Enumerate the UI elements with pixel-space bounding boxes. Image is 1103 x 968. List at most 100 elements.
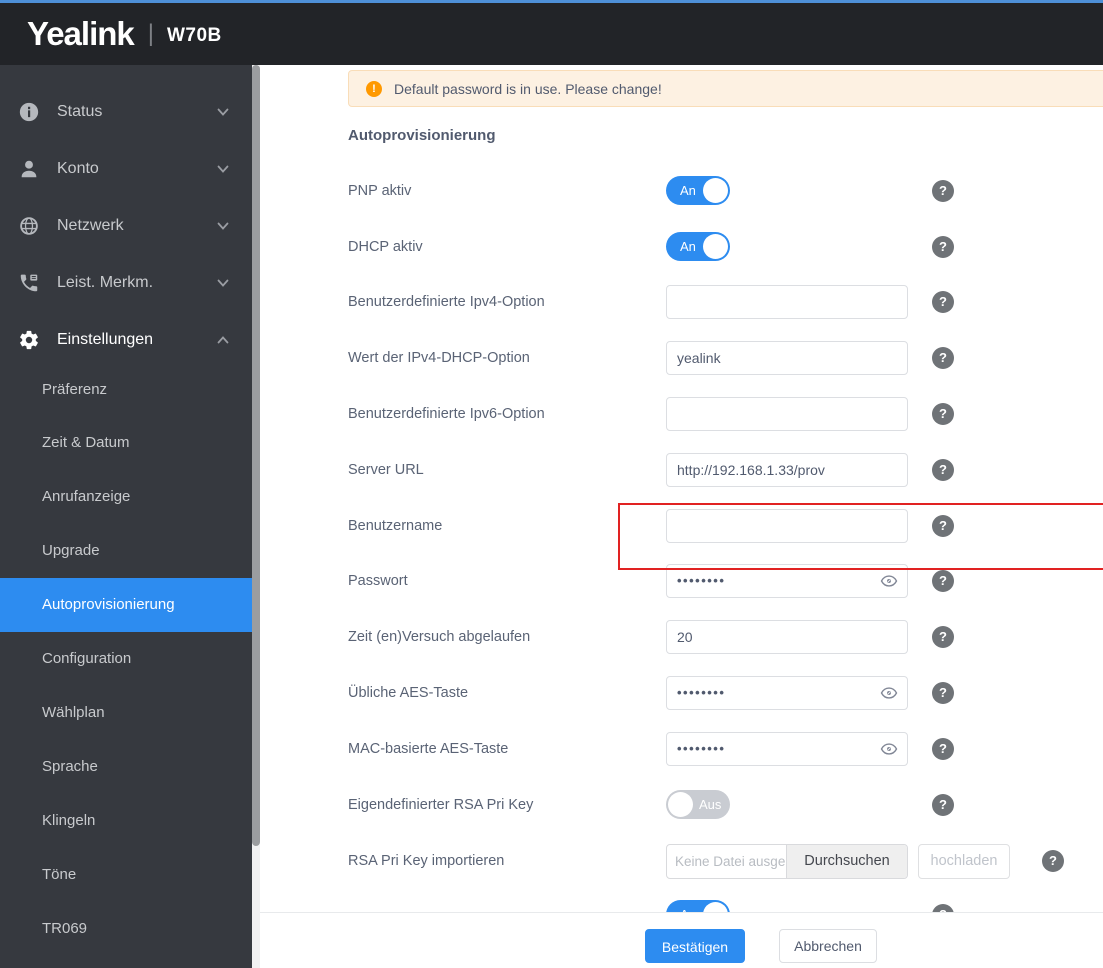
field-label: DHCP aktiv bbox=[348, 239, 423, 255]
field-label: Server URL bbox=[348, 462, 424, 478]
field-label: RSA Pri Key importieren bbox=[348, 853, 505, 869]
sidebar-subitem-t-ne[interactable]: Töne bbox=[0, 847, 252, 901]
upload-button[interactable]: hochladen bbox=[918, 844, 1010, 879]
help-icon[interactable]: ? bbox=[932, 180, 954, 202]
field-label: Zeit (en)Versuch abgelaufen bbox=[348, 629, 531, 645]
help-icon[interactable]: ? bbox=[932, 626, 954, 648]
text-input[interactable] bbox=[666, 509, 908, 543]
password-input[interactable]: •••••••• bbox=[666, 564, 908, 598]
help-icon[interactable]: ? bbox=[932, 347, 954, 369]
sidebar-subitem-label: Sprache bbox=[42, 757, 98, 775]
password-input[interactable]: •••••••• bbox=[666, 676, 908, 710]
form-row: Server URL http://192.168.1.33/prov? bbox=[348, 453, 1064, 487]
text-input[interactable]: 20 bbox=[666, 620, 908, 654]
sidebar-subitem-pr-ferenz[interactable]: Präferenz bbox=[0, 362, 252, 416]
main-content: ! Default password is in use. Please cha… bbox=[260, 65, 1103, 968]
yealink-logo: Yealink bbox=[27, 15, 135, 52]
help-icon[interactable]: ? bbox=[932, 682, 954, 704]
sidebar-item-leist-merkm-[interactable]: Leist. Merkm. bbox=[0, 254, 252, 311]
form-row: DHCP aktiv An? bbox=[348, 230, 1064, 264]
globe-icon bbox=[18, 215, 40, 237]
form-row: Zeit (en)Versuch abgelaufen 20? bbox=[348, 620, 1064, 654]
app-header: Yealink | W70B bbox=[0, 3, 1103, 65]
eye-icon[interactable] bbox=[880, 573, 898, 589]
sidebar-subitem-label: Zeit & Datum bbox=[42, 434, 130, 452]
toggle-on[interactable]: An bbox=[666, 232, 730, 261]
field-label: Benutzername bbox=[348, 518, 443, 534]
help-icon[interactable]: ? bbox=[1042, 850, 1064, 872]
sidebar-subitem-configuration[interactable]: Configuration bbox=[0, 632, 252, 686]
sidebar-item-status[interactable]: Status bbox=[0, 83, 252, 140]
gear-icon bbox=[18, 329, 40, 351]
form-row: Wert der IPv4-DHCP-Option yealink? bbox=[348, 341, 1064, 375]
sidebar-subitem-label: Wählplan bbox=[42, 703, 105, 721]
sidebar-subitem-tr069[interactable]: TR069 bbox=[0, 901, 252, 955]
user-icon bbox=[18, 158, 40, 180]
sidebar-item-label: Einstellungen bbox=[57, 330, 154, 348]
chevron-down-icon bbox=[216, 105, 230, 119]
sidebar-subitem-sprache[interactable]: Sprache bbox=[0, 739, 252, 793]
password-warning-banner: ! Default password is in use. Please cha… bbox=[348, 70, 1103, 107]
field-label: Passwort bbox=[348, 573, 408, 589]
file-input[interactable]: Keine Datei ausge Durchsuchen bbox=[666, 844, 908, 879]
help-icon[interactable]: ? bbox=[932, 291, 954, 313]
chevron-down-icon bbox=[216, 219, 230, 233]
sidebar-subitem-w-hlplan[interactable]: Wählplan bbox=[0, 685, 252, 739]
sidebar-item-label: Status bbox=[57, 102, 103, 120]
toggle-off[interactable]: Aus bbox=[666, 790, 730, 819]
help-icon[interactable]: ? bbox=[932, 459, 954, 481]
sidebar-subitem-label: Autoprovisionierung bbox=[42, 596, 175, 614]
sidebar-item-einstellungen[interactable]: Einstellungen bbox=[0, 311, 252, 368]
form-row: Benutzerdefinierte Ipv4-Option? bbox=[348, 285, 1064, 319]
help-icon[interactable]: ? bbox=[932, 738, 954, 760]
help-icon[interactable]: ? bbox=[932, 570, 954, 592]
sidebar-subitem-upgrade[interactable]: Upgrade bbox=[0, 524, 252, 578]
sidebar-scrollbar-thumb[interactable] bbox=[252, 65, 260, 846]
sidebar-item-label: Leist. Merkm. bbox=[57, 273, 154, 291]
field-label: PNP aktiv bbox=[348, 183, 412, 199]
sidebar-item-konto[interactable]: Konto bbox=[0, 140, 252, 197]
file-placeholder: Keine Datei ausge bbox=[675, 854, 786, 869]
toggle-state-label: Aus bbox=[699, 797, 722, 812]
text-input[interactable]: http://192.168.1.33/prov bbox=[666, 453, 908, 487]
toggle-state-label: An bbox=[680, 183, 696, 198]
info-icon bbox=[18, 101, 40, 123]
toggle-knob bbox=[668, 792, 693, 817]
help-icon[interactable]: ? bbox=[932, 236, 954, 258]
sidebar-subitem-autoprovisionierung[interactable]: Autoprovisionierung bbox=[0, 577, 252, 632]
help-icon[interactable]: ? bbox=[932, 403, 954, 425]
sidebar-subitem-label: Töne bbox=[42, 865, 77, 883]
help-icon[interactable]: ? bbox=[932, 515, 954, 537]
yealink-web-ui: Yealink | W70B Status Konto Netzwerk Leist.… bbox=[0, 0, 1103, 968]
warning-text: Default password is in use. Please chang… bbox=[394, 80, 662, 97]
toggle-on[interactable]: An bbox=[666, 176, 730, 205]
field-label: Benutzerdefinierte Ipv4-Option bbox=[348, 294, 545, 310]
confirm-button[interactable]: Bestätigen bbox=[645, 929, 745, 963]
form-row: Benutzerdefinierte Ipv6-Option? bbox=[348, 397, 1064, 431]
chevron-down-icon bbox=[216, 162, 230, 176]
eye-icon[interactable] bbox=[880, 685, 898, 701]
sidebar-nav: Status Konto Netzwerk Leist. Merkm. Einstell… bbox=[0, 65, 252, 968]
cancel-button[interactable]: Abbrechen bbox=[779, 929, 877, 963]
field-label: MAC-basierte AES-Taste bbox=[348, 741, 509, 757]
sidebar-subitem-label: Klingeln bbox=[42, 811, 96, 829]
sidebar-subitem-klingeln[interactable]: Klingeln bbox=[0, 793, 252, 847]
sidebar-subitem-anrufanzeige[interactable]: Anrufanzeige bbox=[0, 470, 252, 524]
sidebar-subitem-zeit-datum[interactable]: Zeit & Datum bbox=[0, 416, 252, 470]
text-input[interactable] bbox=[666, 285, 908, 319]
form-row: PNP aktiv An? bbox=[348, 174, 1064, 208]
browse-button[interactable]: Durchsuchen bbox=[786, 845, 907, 878]
sidebar-item-netzwerk[interactable]: Netzwerk bbox=[0, 197, 252, 254]
toggle-state-label: An bbox=[680, 239, 696, 254]
eye-icon[interactable] bbox=[880, 741, 898, 757]
help-icon[interactable]: ? bbox=[932, 794, 954, 816]
form-row: Eigendefinierter RSA Pri Key Aus? bbox=[348, 788, 1064, 822]
form-row: Passwort ••••••••? bbox=[348, 564, 1064, 598]
password-input[interactable]: •••••••• bbox=[666, 732, 908, 766]
device-model: W70B bbox=[166, 25, 222, 46]
sidebar-item-label: Konto bbox=[57, 159, 99, 177]
sidebar-scrollbar[interactable] bbox=[252, 65, 260, 968]
sidebar-subitem-label: Upgrade bbox=[42, 542, 100, 560]
text-input[interactable]: yealink bbox=[666, 341, 908, 375]
text-input[interactable] bbox=[666, 397, 908, 431]
